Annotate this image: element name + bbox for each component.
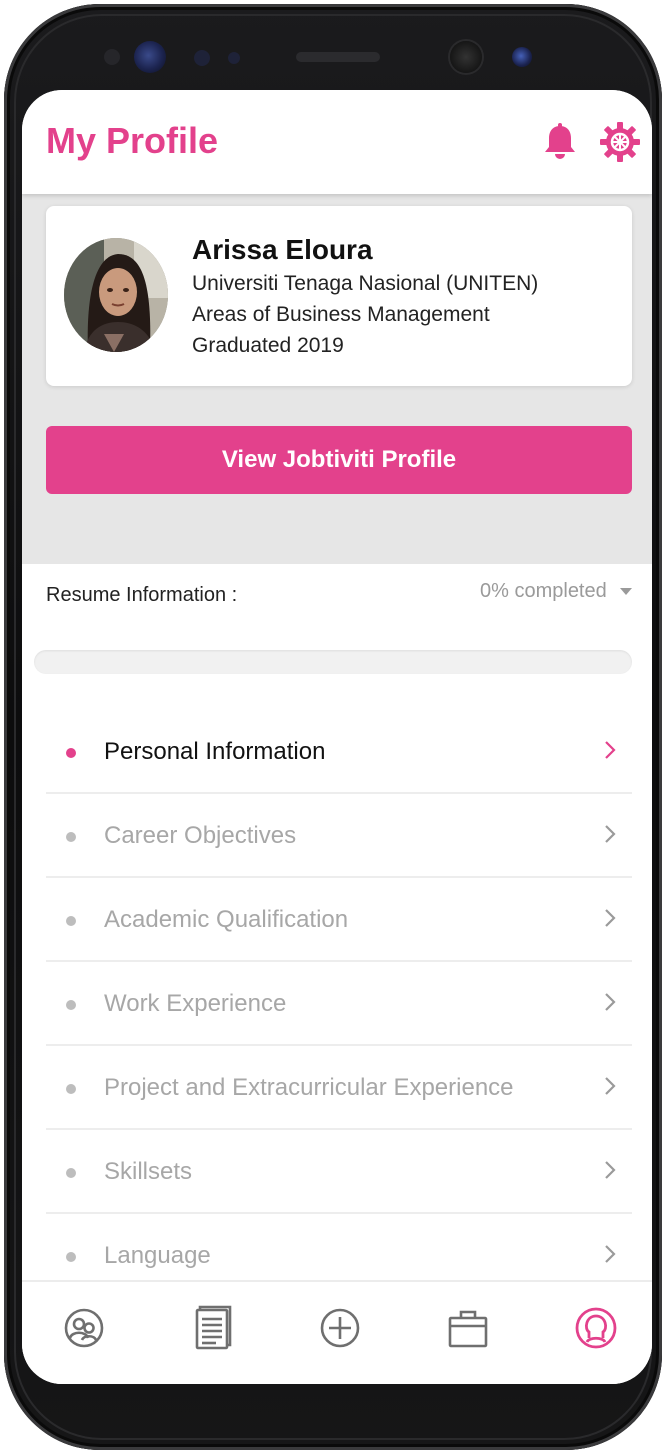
app-header: My Profile xyxy=(22,90,652,194)
bullet-icon xyxy=(66,1168,76,1178)
completion-dropdown[interactable]: 0% completed xyxy=(480,580,607,603)
resume-progress-bar xyxy=(34,650,632,674)
profile-field: Areas of Business Management xyxy=(192,303,490,326)
bullet-icon xyxy=(66,916,76,926)
view-profile-button[interactable]: View Jobtiviti Profile xyxy=(46,426,632,494)
chevron-right-icon xyxy=(605,1245,616,1263)
section-label: Career Objectives xyxy=(104,822,297,849)
section-label: Project and Extracurricular Experience xyxy=(104,1074,514,1101)
gear-icon[interactable] xyxy=(598,120,642,164)
chevron-right-icon xyxy=(605,1077,616,1095)
chevron-right-icon xyxy=(605,909,616,927)
phone-frame: My Profile Arissa Eloura Universiti Tena… xyxy=(4,4,662,1450)
section-label: Personal Information xyxy=(104,738,326,765)
section-skillsets[interactable]: Skillsets xyxy=(46,1130,632,1214)
sensor xyxy=(194,50,210,66)
app-screen: My Profile Arissa Eloura Universiti Tena… xyxy=(22,90,652,1384)
bullet-icon xyxy=(66,832,76,842)
chevron-right-icon xyxy=(605,825,616,843)
resume-information-label: Resume Information : xyxy=(46,584,238,606)
resume-icon[interactable] xyxy=(188,1304,236,1352)
profile-name: Arissa Eloura xyxy=(192,234,373,265)
section-academic-qualification[interactable]: Academic Qualification xyxy=(46,878,632,962)
add-icon[interactable] xyxy=(316,1304,364,1352)
sensor xyxy=(104,49,120,65)
bullet-icon xyxy=(66,748,76,758)
sensor xyxy=(228,52,240,64)
sensor xyxy=(512,47,532,67)
bullet-icon xyxy=(66,1084,76,1094)
bullet-icon xyxy=(66,1000,76,1010)
section-label: Work Experience xyxy=(104,990,287,1017)
section-label: Academic Qualification xyxy=(104,906,349,933)
profile-graduation: Graduated 2019 xyxy=(192,334,344,357)
community-icon[interactable] xyxy=(60,1304,108,1352)
bullet-icon xyxy=(66,1252,76,1262)
resume-section-list: Personal Information Career Objectives A… xyxy=(46,710,632,1298)
bell-icon[interactable] xyxy=(538,120,582,164)
chevron-right-icon xyxy=(605,993,616,1011)
page-title: My Profile xyxy=(46,120,219,161)
section-work-experience[interactable]: Work Experience xyxy=(46,962,632,1046)
section-career-objectives[interactable]: Career Objectives xyxy=(46,794,632,878)
earpiece-speaker xyxy=(296,52,380,62)
section-label: Language xyxy=(104,1242,211,1269)
profile-icon[interactable] xyxy=(572,1304,620,1352)
profile-card: Arissa Eloura Universiti Tenaga Nasional… xyxy=(46,206,632,386)
bottom-navigation xyxy=(22,1280,652,1384)
front-camera xyxy=(450,41,482,73)
briefcase-icon[interactable] xyxy=(444,1304,492,1352)
section-label: Skillsets xyxy=(104,1158,193,1185)
section-personal-information[interactable]: Personal Information xyxy=(46,710,632,794)
profile-university: Universiti Tenaga Nasional (UNITEN) xyxy=(192,272,539,295)
chevron-right-icon xyxy=(605,741,616,759)
chevron-right-icon xyxy=(605,1161,616,1179)
section-project-extracurricular[interactable]: Project and Extracurricular Experience xyxy=(46,1046,632,1130)
avatar xyxy=(64,238,168,352)
front-camera xyxy=(134,41,166,73)
chevron-down-icon[interactable] xyxy=(620,588,632,595)
